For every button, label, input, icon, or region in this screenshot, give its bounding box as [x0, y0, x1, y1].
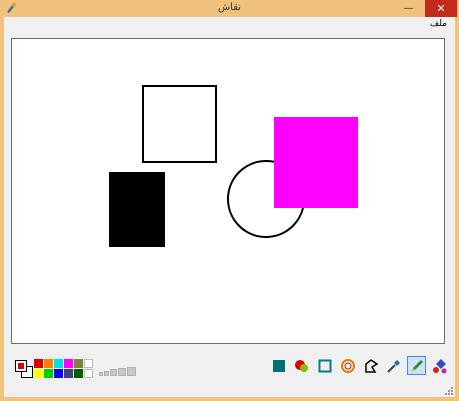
client-area: ملف	[4, 17, 455, 397]
color-palette	[34, 359, 93, 378]
palette-color-swatch[interactable]	[34, 359, 43, 368]
brush-size-option[interactable]	[110, 369, 117, 376]
foreground-color-swatch[interactable]	[15, 360, 27, 372]
black-rectangle	[109, 172, 165, 247]
palette-color-swatch[interactable]	[64, 369, 73, 378]
brush-size-option[interactable]	[99, 372, 103, 376]
brush-size-option[interactable]	[117, 368, 126, 376]
filled-ellipse-tool[interactable]	[292, 356, 311, 375]
palette-color-swatch[interactable]	[84, 369, 93, 378]
tool-bar	[269, 356, 449, 375]
palette-color-swatch[interactable]	[44, 369, 53, 378]
square-outline-icon	[318, 359, 331, 372]
palette-color-swatch[interactable]	[84, 359, 93, 368]
resize-grip-icon[interactable]	[445, 387, 453, 395]
palette-color-swatch[interactable]	[54, 369, 63, 378]
color-picker-tool[interactable]	[384, 356, 403, 375]
brush-size-option[interactable]	[126, 366, 136, 376]
circle-outline-icon	[340, 358, 355, 373]
outlined-square	[142, 85, 217, 163]
bottom-toolbar	[4, 347, 455, 397]
fill-tool[interactable]	[430, 356, 449, 375]
eyedropper-icon	[386, 359, 400, 373]
menu-file[interactable]: ملف	[430, 19, 447, 29]
ellipse-tool[interactable]	[338, 356, 357, 375]
paint-bucket-icon	[432, 358, 446, 373]
magenta-square	[274, 117, 358, 208]
palette-color-swatch[interactable]	[34, 369, 43, 378]
window-title: نقاش	[217, 2, 242, 13]
palette-color-swatch[interactable]	[74, 359, 83, 368]
brush-size-selector	[99, 366, 136, 376]
canvas-drawing	[109, 85, 358, 247]
pencil-icon	[410, 359, 423, 372]
polygon-tool[interactable]	[361, 356, 380, 375]
filled-circles-icon	[294, 359, 308, 372]
palette-color-swatch[interactable]	[64, 359, 73, 368]
pencil-tool[interactable]	[407, 356, 426, 375]
filled-square-icon	[272, 359, 285, 372]
palette-color-swatch[interactable]	[74, 369, 83, 378]
palette-color-swatch[interactable]	[54, 359, 63, 368]
current-colors-indicator[interactable]	[15, 360, 33, 378]
close-icon: ✕	[436, 2, 446, 15]
minimize-icon: —	[403, 3, 414, 14]
minimize-button[interactable]: —	[396, 0, 421, 17]
palette-color-swatch[interactable]	[44, 359, 53, 368]
rectangle-tool[interactable]	[315, 356, 334, 375]
menu-bar: ملف	[4, 17, 455, 35]
polygon-icon	[364, 358, 378, 373]
drawing-canvas[interactable]	[11, 38, 445, 344]
close-button[interactable]: ✕	[425, 0, 457, 17]
title-bar[interactable]: نقاش — □ ✕	[0, 0, 459, 17]
filled-rectangle-tool[interactable]	[269, 356, 288, 375]
brush-size-option[interactable]	[104, 370, 110, 376]
